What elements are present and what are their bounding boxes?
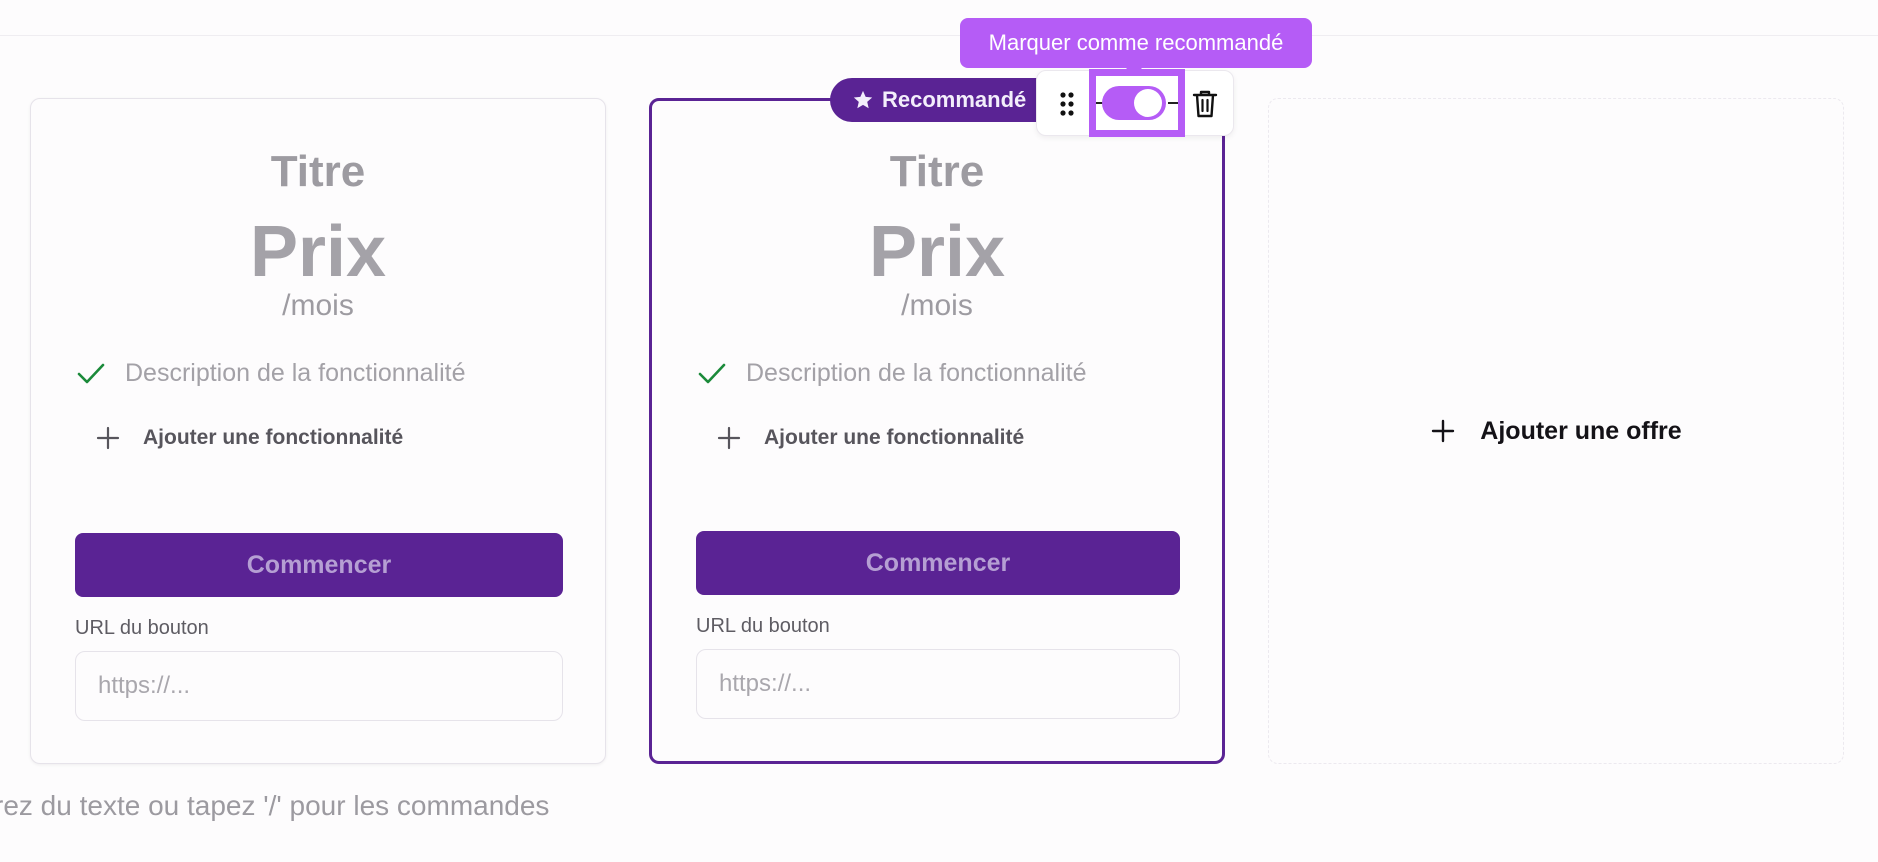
top-divider [0, 35, 1878, 36]
start-button[interactable]: Commencer [696, 531, 1180, 595]
star-icon [853, 90, 873, 109]
plus-icon [1432, 419, 1455, 443]
plan-price[interactable]: Prix [31, 211, 605, 293]
feature-item[interactable]: Description de la fonctionnalité [75, 357, 465, 389]
add-feature-button[interactable]: Ajouter une fonctionnalité [716, 425, 1024, 451]
url-label: URL du bouton [696, 615, 830, 637]
plan-title[interactable]: Titre [652, 147, 1222, 197]
url-input[interactable] [75, 651, 563, 721]
add-offer-label: Ajouter une offre [1480, 416, 1682, 445]
plan-price[interactable]: Prix [652, 211, 1222, 293]
plan-card-1[interactable]: Titre Prix /mois Description de la fonct… [30, 98, 606, 764]
tooltip: Marquer comme recommandé [960, 18, 1312, 68]
plan-title[interactable]: Titre [31, 147, 605, 197]
add-feature-label: Ajouter une fonctionnalité [143, 426, 404, 449]
toggle-right-tick [1168, 102, 1178, 104]
plan-period[interactable]: /mois [31, 289, 605, 323]
plus-icon [717, 426, 741, 450]
recommended-toggle[interactable] [1102, 86, 1166, 120]
add-offer-button[interactable]: Ajouter une offre [1268, 98, 1844, 764]
add-feature-button[interactable]: Ajouter une fonctionnalité [95, 425, 403, 451]
check-icon [698, 363, 726, 384]
plus-icon [96, 426, 120, 450]
url-input[interactable] [696, 649, 1180, 719]
plan-period[interactable]: /mois [652, 289, 1222, 323]
feature-label[interactable]: Description de la fonctionnalité [746, 359, 1086, 388]
trash-icon[interactable] [1191, 89, 1219, 119]
pricing-editor: Titre Prix /mois Description de la fonct… [0, 0, 1878, 862]
editor-placeholder[interactable]: rez du texte ou tapez '/' pour les comma… [0, 790, 549, 822]
feature-item[interactable]: Description de la fonctionnalité [696, 357, 1086, 389]
recommended-label: Recommandé [882, 87, 1027, 112]
start-button[interactable]: Commencer [75, 533, 563, 597]
card-toolbar [1036, 69, 1234, 137]
tooltip-arrow [1124, 66, 1144, 76]
recommended-toggle-highlight [1089, 69, 1185, 137]
toggle-knob [1134, 89, 1162, 117]
add-feature-label: Ajouter une fonctionnalité [764, 426, 1025, 449]
drag-handle-icon[interactable] [1059, 91, 1075, 117]
feature-label[interactable]: Description de la fonctionnalité [125, 359, 465, 388]
plan-card-2[interactable]: Titre Prix /mois Description de la fonct… [649, 98, 1225, 764]
recommended-badge: Recommandé [830, 78, 1049, 122]
check-icon [77, 363, 105, 384]
url-label: URL du bouton [75, 617, 209, 639]
